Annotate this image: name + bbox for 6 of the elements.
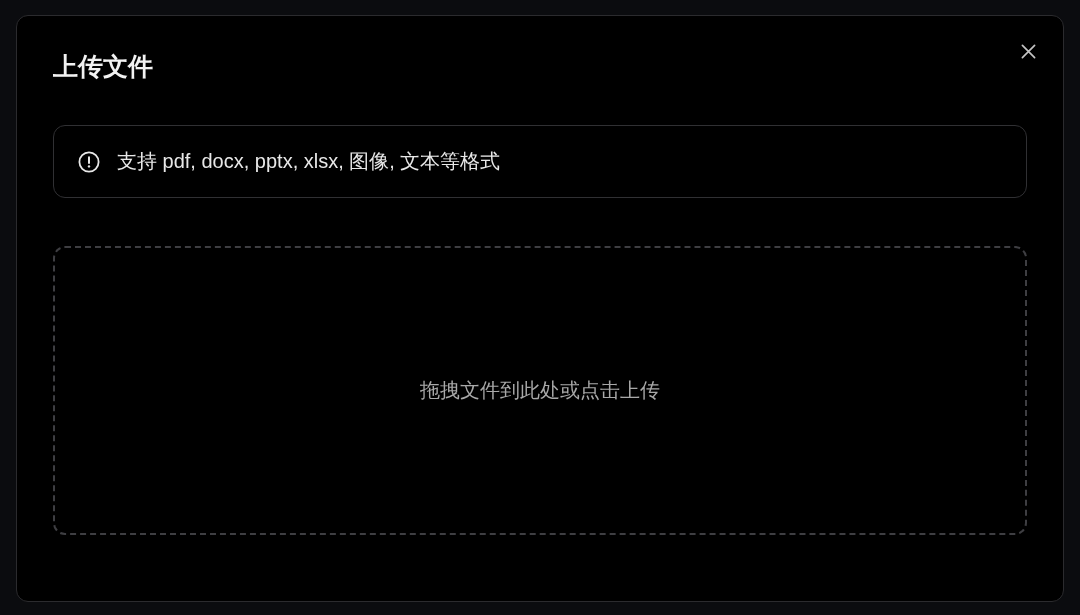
info-icon <box>78 150 100 173</box>
dialog-title: 上传文件 <box>53 51 153 82</box>
close-button[interactable] <box>1020 43 1036 59</box>
close-icon <box>1020 43 1036 59</box>
notice-text: 支持 pdf, docx, pptx, xlsx, 图像, 文本等格式 <box>117 149 501 174</box>
upload-dropzone[interactable]: 拖拽文件到此处或点击上传 <box>53 246 1027 535</box>
